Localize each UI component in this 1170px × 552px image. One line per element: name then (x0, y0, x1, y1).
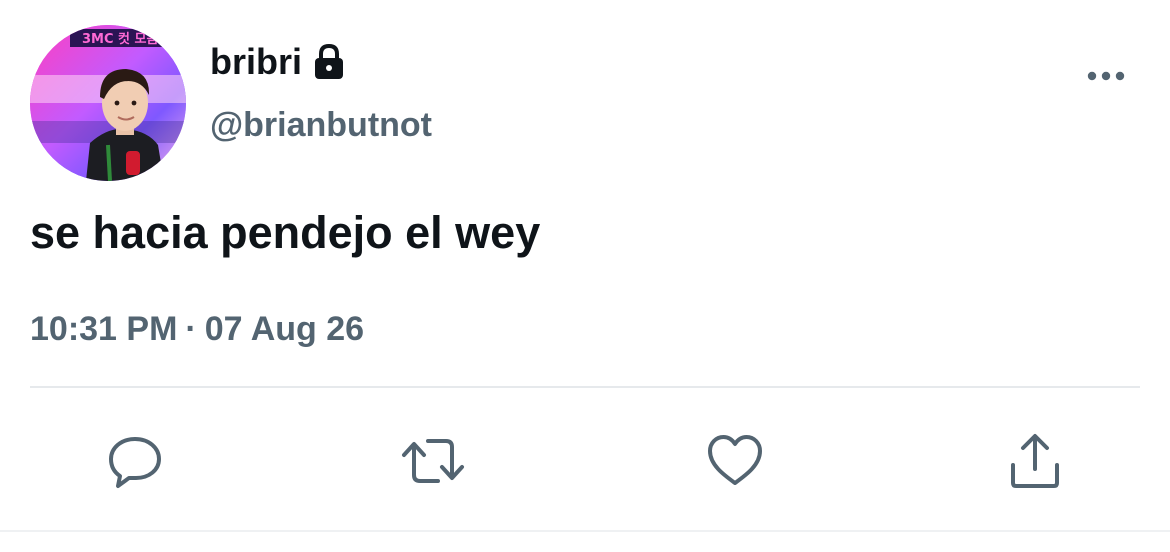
tweet-card: 3MC 컷 모음 bribri @brianbutnot se hacia pe… (0, 0, 1170, 552)
avatar-image (30, 25, 186, 181)
divider (30, 386, 1140, 388)
like-button[interactable] (702, 428, 768, 494)
tweet-text: se hacia pendejo el wey (30, 207, 541, 258)
display-name[interactable]: bribri (210, 40, 302, 84)
reply-icon (109, 437, 161, 488)
retweet-button[interactable] (400, 428, 466, 494)
tweet-time: 10:31 PM (30, 310, 178, 348)
avatar[interactable]: 3MC 컷 모음 (30, 25, 186, 181)
more-options-icon (1087, 71, 1125, 81)
reply-button[interactable] (102, 428, 168, 494)
share-icon (1011, 434, 1059, 488)
bottom-border (0, 530, 1170, 532)
more-options-button[interactable] (1080, 56, 1132, 96)
author-name-row: bribri (210, 40, 346, 84)
meta-separator: · (185, 310, 197, 348)
lock-icon (312, 43, 346, 81)
share-button[interactable] (1002, 428, 1068, 494)
like-icon (708, 435, 762, 485)
tweet-date: 07 Aug 26 (204, 310, 365, 348)
avatar-overlay-text: 3MC 컷 모음 (82, 32, 159, 47)
retweet-icon (402, 439, 464, 483)
tweet-timestamp[interactable]: 10:31 PM · 07 Aug 26 (30, 305, 364, 353)
user-handle[interactable]: @brianbutnot (210, 103, 432, 147)
